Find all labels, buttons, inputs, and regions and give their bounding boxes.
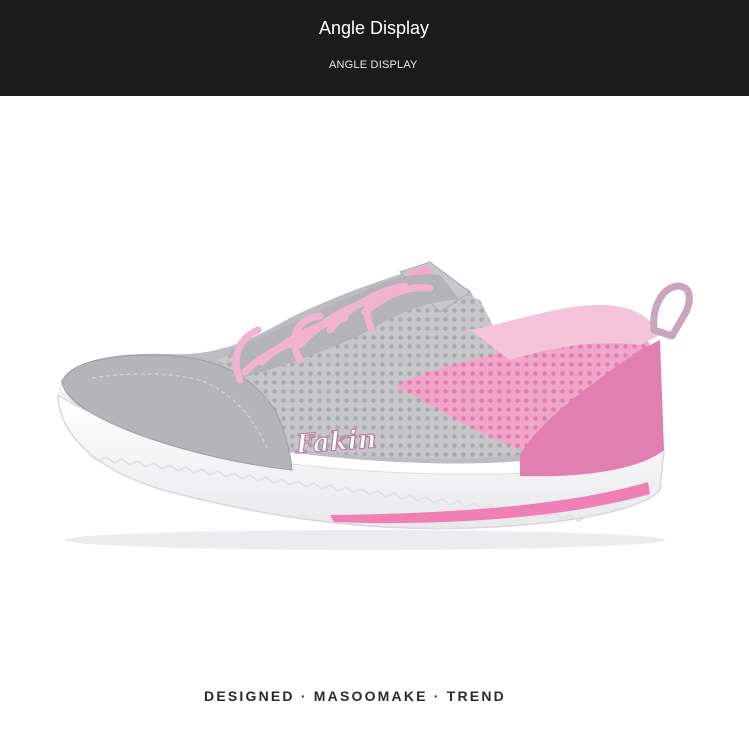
banner-subtitle: ANGLE DISPLAY — [329, 59, 418, 71]
product-image: Fakin — [0, 96, 749, 696]
footer-tagline: DESIGNED · MASOOMAKE · TREND — [204, 688, 506, 704]
shoe-shadow — [65, 530, 665, 550]
heel-pull-tab — [650, 282, 693, 340]
banner-title: Angle Display — [319, 18, 430, 38]
brand-script: Fakin — [294, 424, 378, 460]
sneaker-illustration: Fakin — [57, 261, 693, 550]
header-banner: Angle Display ANGLE DISPLAY — [0, 0, 749, 96]
